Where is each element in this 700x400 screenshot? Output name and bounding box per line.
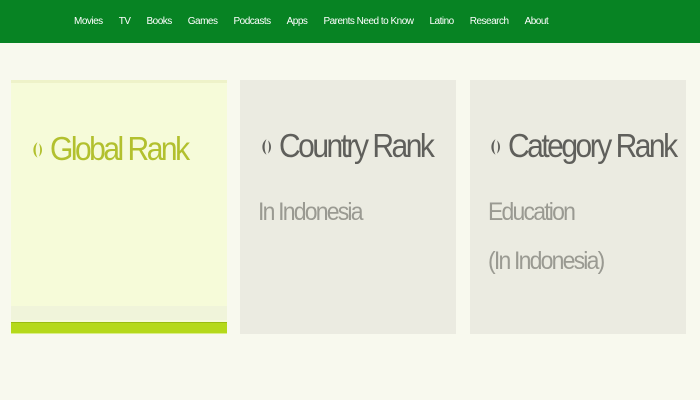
global-rank-progress-bar (11, 322, 227, 334)
country-rank-title: Country Rank (260, 128, 435, 165)
leaf-icon (262, 139, 271, 155)
category-rank-card: Category Rank Education (In Indonesia) (470, 80, 686, 334)
country-rank-label: Country Rank (279, 128, 435, 165)
global-rank-band (11, 306, 227, 320)
global-rank-progress-fill (11, 322, 227, 334)
nav-item-movies[interactable]: Movies (74, 16, 103, 27)
nav-item-games[interactable]: Games (188, 16, 218, 27)
global-rank-title: Global Rank (31, 131, 190, 168)
nav-item-books[interactable]: Books (146, 16, 172, 27)
nav-item-parents-need-to-know[interactable]: Parents Need to Know (323, 16, 414, 27)
global-rank-label: Global Rank (50, 131, 190, 168)
country-rank-subtitle: In Indonesia (258, 197, 364, 226)
nav-item-latino[interactable]: Latino (430, 16, 455, 27)
leaf-icon (491, 139, 500, 155)
leaf-icon (33, 142, 42, 158)
category-rank-label: Category Rank (508, 128, 678, 165)
nav-item-podcasts[interactable]: Podcasts (234, 16, 272, 27)
global-rank-card: Global Rank (11, 80, 227, 334)
country-rank-card: Country Rank In Indonesia (240, 80, 456, 334)
nav-item-apps[interactable]: Apps (287, 16, 308, 27)
top-navigation-bar: Movies TV Books Games Podcasts Apps Pare… (0, 0, 700, 43)
nav-item-research[interactable]: Research (470, 16, 509, 27)
nav-item-tv[interactable]: TV (119, 16, 131, 27)
category-rank-title: Category Rank (489, 128, 678, 165)
category-rank-subtitle-line2: (In Indonesia) (488, 246, 605, 275)
category-rank-subtitle-line1: Education (488, 197, 576, 226)
nav-item-about[interactable]: About (525, 16, 549, 27)
